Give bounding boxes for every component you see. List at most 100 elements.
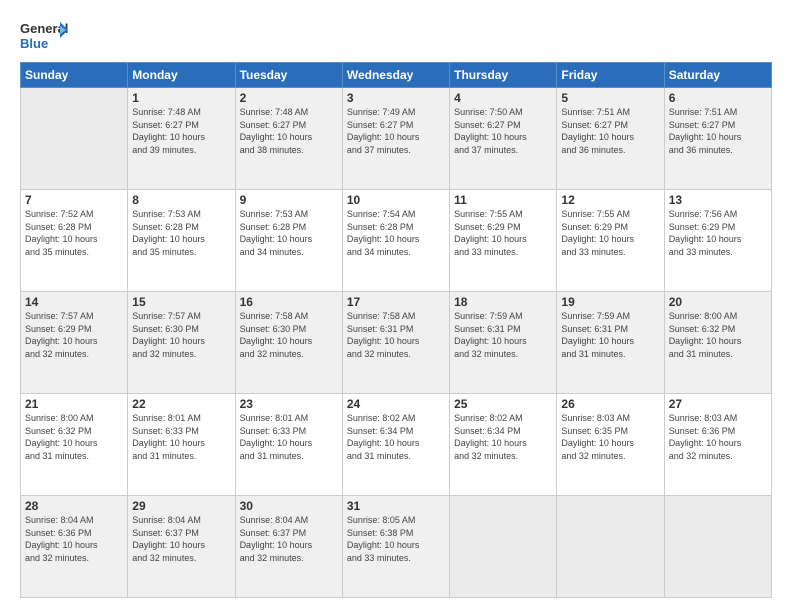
weekday-header: Monday <box>128 63 235 88</box>
calendar-cell: 13Sunrise: 7:56 AM Sunset: 6:29 PM Dayli… <box>664 190 771 292</box>
day-info: Sunrise: 7:52 AM Sunset: 6:28 PM Dayligh… <box>25 208 123 258</box>
day-number: 9 <box>240 193 338 207</box>
day-number: 14 <box>25 295 123 309</box>
weekday-header: Friday <box>557 63 664 88</box>
day-info: Sunrise: 7:57 AM Sunset: 6:29 PM Dayligh… <box>25 310 123 360</box>
day-info: Sunrise: 7:48 AM Sunset: 6:27 PM Dayligh… <box>240 106 338 156</box>
day-number: 19 <box>561 295 659 309</box>
calendar-cell: 31Sunrise: 8:05 AM Sunset: 6:38 PM Dayli… <box>342 496 449 598</box>
calendar-body: 1Sunrise: 7:48 AM Sunset: 6:27 PM Daylig… <box>21 88 772 598</box>
day-number: 28 <box>25 499 123 513</box>
calendar-cell: 9Sunrise: 7:53 AM Sunset: 6:28 PM Daylig… <box>235 190 342 292</box>
day-info: Sunrise: 7:48 AM Sunset: 6:27 PM Dayligh… <box>132 106 230 156</box>
day-info: Sunrise: 7:57 AM Sunset: 6:30 PM Dayligh… <box>132 310 230 360</box>
calendar-cell: 17Sunrise: 7:58 AM Sunset: 6:31 PM Dayli… <box>342 292 449 394</box>
day-number: 2 <box>240 91 338 105</box>
calendar-cell: 20Sunrise: 8:00 AM Sunset: 6:32 PM Dayli… <box>664 292 771 394</box>
calendar-cell: 18Sunrise: 7:59 AM Sunset: 6:31 PM Dayli… <box>450 292 557 394</box>
calendar-cell: 19Sunrise: 7:59 AM Sunset: 6:31 PM Dayli… <box>557 292 664 394</box>
day-info: Sunrise: 8:02 AM Sunset: 6:34 PM Dayligh… <box>347 412 445 462</box>
day-info: Sunrise: 7:58 AM Sunset: 6:31 PM Dayligh… <box>347 310 445 360</box>
day-number: 17 <box>347 295 445 309</box>
day-info: Sunrise: 8:00 AM Sunset: 6:32 PM Dayligh… <box>25 412 123 462</box>
calendar-week-row: 14Sunrise: 7:57 AM Sunset: 6:29 PM Dayli… <box>21 292 772 394</box>
calendar-cell: 10Sunrise: 7:54 AM Sunset: 6:28 PM Dayli… <box>342 190 449 292</box>
calendar-cell: 29Sunrise: 8:04 AM Sunset: 6:37 PM Dayli… <box>128 496 235 598</box>
day-info: Sunrise: 7:56 AM Sunset: 6:29 PM Dayligh… <box>669 208 767 258</box>
calendar-cell: 22Sunrise: 8:01 AM Sunset: 6:33 PM Dayli… <box>128 394 235 496</box>
day-info: Sunrise: 7:59 AM Sunset: 6:31 PM Dayligh… <box>561 310 659 360</box>
day-number: 18 <box>454 295 552 309</box>
header: General Blue <box>20 18 772 54</box>
day-number: 15 <box>132 295 230 309</box>
day-number: 21 <box>25 397 123 411</box>
day-number: 26 <box>561 397 659 411</box>
calendar-cell <box>557 496 664 598</box>
day-number: 24 <box>347 397 445 411</box>
calendar-cell: 24Sunrise: 8:02 AM Sunset: 6:34 PM Dayli… <box>342 394 449 496</box>
day-number: 4 <box>454 91 552 105</box>
day-info: Sunrise: 7:51 AM Sunset: 6:27 PM Dayligh… <box>561 106 659 156</box>
day-info: Sunrise: 8:03 AM Sunset: 6:36 PM Dayligh… <box>669 412 767 462</box>
day-info: Sunrise: 7:55 AM Sunset: 6:29 PM Dayligh… <box>454 208 552 258</box>
day-info: Sunrise: 7:59 AM Sunset: 6:31 PM Dayligh… <box>454 310 552 360</box>
calendar-cell: 1Sunrise: 7:48 AM Sunset: 6:27 PM Daylig… <box>128 88 235 190</box>
day-info: Sunrise: 7:51 AM Sunset: 6:27 PM Dayligh… <box>669 106 767 156</box>
svg-text:Blue: Blue <box>20 36 48 51</box>
calendar-cell: 2Sunrise: 7:48 AM Sunset: 6:27 PM Daylig… <box>235 88 342 190</box>
calendar-week-row: 21Sunrise: 8:00 AM Sunset: 6:32 PM Dayli… <box>21 394 772 496</box>
calendar-cell: 14Sunrise: 7:57 AM Sunset: 6:29 PM Dayli… <box>21 292 128 394</box>
calendar-cell: 16Sunrise: 7:58 AM Sunset: 6:30 PM Dayli… <box>235 292 342 394</box>
weekday-header: Thursday <box>450 63 557 88</box>
calendar-cell: 15Sunrise: 7:57 AM Sunset: 6:30 PM Dayli… <box>128 292 235 394</box>
day-number: 7 <box>25 193 123 207</box>
calendar-cell: 25Sunrise: 8:02 AM Sunset: 6:34 PM Dayli… <box>450 394 557 496</box>
day-number: 25 <box>454 397 552 411</box>
calendar-week-row: 1Sunrise: 7:48 AM Sunset: 6:27 PM Daylig… <box>21 88 772 190</box>
calendar-cell: 28Sunrise: 8:04 AM Sunset: 6:36 PM Dayli… <box>21 496 128 598</box>
weekday-header: Tuesday <box>235 63 342 88</box>
day-number: 6 <box>669 91 767 105</box>
calendar-week-row: 7Sunrise: 7:52 AM Sunset: 6:28 PM Daylig… <box>21 190 772 292</box>
calendar-week-row: 28Sunrise: 8:04 AM Sunset: 6:36 PM Dayli… <box>21 496 772 598</box>
day-info: Sunrise: 7:54 AM Sunset: 6:28 PM Dayligh… <box>347 208 445 258</box>
calendar-cell <box>21 88 128 190</box>
day-info: Sunrise: 8:03 AM Sunset: 6:35 PM Dayligh… <box>561 412 659 462</box>
day-number: 3 <box>347 91 445 105</box>
day-info: Sunrise: 8:04 AM Sunset: 6:36 PM Dayligh… <box>25 514 123 564</box>
day-info: Sunrise: 7:53 AM Sunset: 6:28 PM Dayligh… <box>240 208 338 258</box>
day-info: Sunrise: 7:58 AM Sunset: 6:30 PM Dayligh… <box>240 310 338 360</box>
day-info: Sunrise: 8:05 AM Sunset: 6:38 PM Dayligh… <box>347 514 445 564</box>
day-number: 29 <box>132 499 230 513</box>
calendar-cell: 30Sunrise: 8:04 AM Sunset: 6:37 PM Dayli… <box>235 496 342 598</box>
day-info: Sunrise: 7:49 AM Sunset: 6:27 PM Dayligh… <box>347 106 445 156</box>
day-number: 30 <box>240 499 338 513</box>
calendar-table: SundayMondayTuesdayWednesdayThursdayFrid… <box>20 62 772 598</box>
calendar-header-row: SundayMondayTuesdayWednesdayThursdayFrid… <box>21 63 772 88</box>
weekday-header: Wednesday <box>342 63 449 88</box>
weekday-header: Sunday <box>21 63 128 88</box>
weekday-header: Saturday <box>664 63 771 88</box>
calendar-cell: 12Sunrise: 7:55 AM Sunset: 6:29 PM Dayli… <box>557 190 664 292</box>
page: General Blue SundayMondayTuesdayWednesda… <box>0 0 792 612</box>
calendar-cell: 26Sunrise: 8:03 AM Sunset: 6:35 PM Dayli… <box>557 394 664 496</box>
calendar-cell: 3Sunrise: 7:49 AM Sunset: 6:27 PM Daylig… <box>342 88 449 190</box>
day-number: 12 <box>561 193 659 207</box>
calendar-cell <box>450 496 557 598</box>
day-info: Sunrise: 8:01 AM Sunset: 6:33 PM Dayligh… <box>132 412 230 462</box>
day-info: Sunrise: 8:00 AM Sunset: 6:32 PM Dayligh… <box>669 310 767 360</box>
calendar-cell: 8Sunrise: 7:53 AM Sunset: 6:28 PM Daylig… <box>128 190 235 292</box>
calendar-cell: 5Sunrise: 7:51 AM Sunset: 6:27 PM Daylig… <box>557 88 664 190</box>
logo: General Blue <box>20 18 68 54</box>
day-number: 13 <box>669 193 767 207</box>
day-number: 27 <box>669 397 767 411</box>
logo-svg: General Blue <box>20 18 68 54</box>
day-number: 11 <box>454 193 552 207</box>
day-info: Sunrise: 8:02 AM Sunset: 6:34 PM Dayligh… <box>454 412 552 462</box>
day-number: 23 <box>240 397 338 411</box>
day-number: 8 <box>132 193 230 207</box>
calendar-cell: 27Sunrise: 8:03 AM Sunset: 6:36 PM Dayli… <box>664 394 771 496</box>
calendar-cell: 6Sunrise: 7:51 AM Sunset: 6:27 PM Daylig… <box>664 88 771 190</box>
day-info: Sunrise: 7:50 AM Sunset: 6:27 PM Dayligh… <box>454 106 552 156</box>
calendar-cell: 21Sunrise: 8:00 AM Sunset: 6:32 PM Dayli… <box>21 394 128 496</box>
